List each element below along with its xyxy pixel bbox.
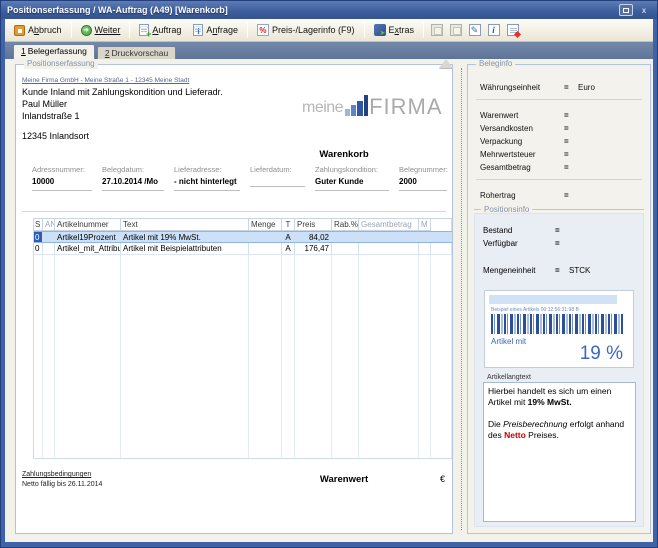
belegdatum-value[interactable]: 27.10.2014 /Mo [102,177,164,191]
extras-icon [374,24,386,36]
layout-button-disabled[interactable] [428,22,445,39]
barcode-icon [491,314,623,334]
address-line: Paul Müller [22,99,67,109]
positionsinfo-panel: Bestand= Verfügbar= Mengeneinheit=STCK B… [474,213,644,527]
positions-table: S AN Artikelnummer Text Menge T Preis Ra… [33,218,452,459]
title-bar: Positionserfassung / WA-Auftrag (A49) [W… [1,1,657,19]
restore-window-button[interactable] [619,4,633,16]
tab-strip: 1Belegerfassung 2Druckvorschau [5,42,653,59]
app-window: Positionserfassung / WA-Auftrag (A49) [W… [0,0,658,548]
tab-belegerfassung[interactable]: 1Belegerfassung [13,44,95,59]
info-button[interactable]: i [485,22,502,39]
window-title: Positionserfassung / WA-Auftrag (A49) [W… [7,5,228,15]
logo-bars-icon [345,95,368,116]
info-row-warenwert: Warenwert= [480,111,642,122]
table-row[interactable]: 0 Artikel_mit_Attribu Artikel mit Beispi… [34,243,452,255]
inquiry-document-icon [193,24,203,36]
page-fold-icon [439,59,453,68]
total-label: Warenwert [304,474,384,485]
layout-button-disabled-2[interactable] [447,22,464,39]
note-edit-button[interactable]: ✎ [466,22,483,39]
lieferadresse-value[interactable]: - nicht hinterlegt [174,177,240,191]
lieferdatum-value[interactable] [250,177,305,187]
info-row-versandkosten: Versandkosten= [480,124,642,135]
toolbar-separator [71,22,72,38]
payment-terms-heading: Zahlungsbedingungen [22,471,91,478]
payment-terms-text: Netto fällig bis 26.11.2014 [22,481,102,488]
toolbar-separator [129,22,130,38]
main-content: Positionserfassung Meine Firma GmbH - Me… [5,60,653,542]
info-row-verpackung: Verpackung= [480,137,642,148]
info-row-gesamtbetrag: Gesamtbetrag= [480,163,642,174]
next-button[interactable]: ➜ Weiter [76,23,126,38]
info-row-bestand: Bestand= [483,226,637,237]
info-row-mehrwertsteuer: Mehrwertsteuer= [480,150,642,161]
article-preview-image: Beispiel eines Artikels 00:12:56:31:98 B… [484,290,634,368]
cancel-icon [14,25,25,36]
document-flag-button[interactable] [504,22,521,39]
app-body: Abbruch ➜ Weiter Auftrag Anfrage % Preis… [5,19,653,542]
window-disabled-icon [450,24,462,36]
info-row-rohertrag: Rohertrag= [480,191,642,202]
section-divider [22,211,446,212]
document-red-flag-icon [507,24,519,36]
toolbar-separator [247,22,248,38]
group-legend: Beleginfo [476,59,515,69]
currency-symbol: € [440,474,445,484]
sender-line: Meine Firma GmbH - Meine Straße 1 - 1234… [22,77,189,84]
table-empty-area [34,255,452,459]
address-line: Kunde Inland mit Zahlungskondition und L… [22,87,223,97]
positionserfassung-group: Positionserfassung Meine Firma GmbH - Me… [15,64,453,534]
restore-icon [623,8,629,13]
window-disabled-icon [431,24,443,36]
info-row-mengeneinheit: Mengeneinheit=STCK [483,266,637,277]
field-belegnummer: Belegnummer: 2000 [399,165,447,191]
inquiry-button[interactable]: Anfrage [188,22,243,38]
abort-button[interactable]: Abbruch [9,23,67,38]
document-title: Warenkorb [304,149,384,160]
zahlungskondition-value[interactable]: Guter Kunde [315,177,389,191]
info-icon: i [488,24,500,36]
toolbar: Abbruch ➜ Weiter Auftrag Anfrage % Preis… [5,19,653,42]
info-row-verfuegbar: Verfügbar= [483,239,637,250]
belegnummer-value[interactable]: 2000 [399,177,447,191]
toolbar-separator [364,22,365,38]
company-logo: meine FIRMA [302,95,443,116]
order-button[interactable]: Auftrag [134,22,186,38]
longtext-paragraph: Die Preisberechnung erfolgt anhand des N… [488,419,631,441]
toolbar-separator [423,22,424,38]
forward-arrow-icon: ➜ [81,25,92,36]
preview-text: Artikel mit [491,337,526,346]
field-zahlungskondition: Zahlungskondition: Guter Kunde [315,165,389,191]
adressnummer-value[interactable]: 10000 [32,177,92,191]
table-header-row: S AN Artikelnummer Text Menge T Preis Ra… [34,218,452,231]
order-document-icon [139,24,149,36]
beleginfo-group: Beleginfo Währungseinheit=Euro Warenwert… [467,64,651,534]
close-window-button[interactable]: x [637,4,651,16]
extras-button[interactable]: Extras [369,22,420,38]
table-row[interactable]: 0 Artikel19Prozent Artikel mit 19% MwSt.… [34,231,452,243]
price-stock-info-button[interactable]: % Preis-/Lagerinfo (F9) [252,22,360,38]
preview-caption: Beispiel eines Artikels 00:12:56:31:98 B [491,307,631,313]
note-edit-icon: ✎ [469,24,481,36]
field-belegdatum: Belegdatum: 27.10.2014 /Mo [102,165,164,191]
panel-splitter[interactable] [461,68,462,530]
info-divider [476,99,642,100]
group-legend: Positionserfassung [24,59,98,69]
field-lieferdatum: Lieferdatum: [250,165,305,187]
info-divider [476,179,642,180]
preview-header-strip [489,295,617,304]
longtext-box[interactable]: Hierbei handelt es sich um einen Artikel… [483,382,636,522]
field-lieferadresse: Lieferadresse: - nicht hinterlegt [174,165,240,191]
address-line: 12345 Inlandsort [22,131,89,141]
longtext-paragraph: Hierbei handelt es sich um einen Artikel… [488,386,631,408]
longtext-label: Artikellangtext [487,374,531,381]
tab-druckvorschau[interactable]: 2Druckvorschau [97,46,176,59]
preview-percent-text: 19 % [580,343,623,365]
info-row-waehrungseinheit: Währungseinheit=Euro [480,83,642,94]
field-adressnummer: Adressnummer: 10000 [32,165,92,191]
price-stock-info-icon: % [257,24,269,36]
address-line: Inlandstraße 1 [22,111,80,121]
